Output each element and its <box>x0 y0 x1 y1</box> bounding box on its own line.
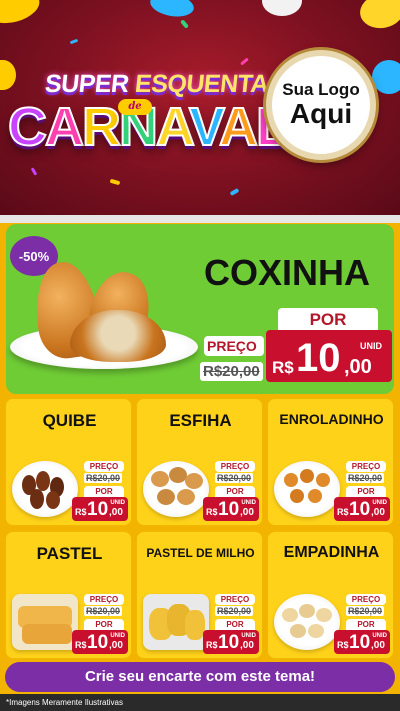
pastel-image <box>12 594 78 650</box>
pastel-milho-piece <box>185 610 205 640</box>
por-label: POR <box>346 486 386 497</box>
old-price: R$20,00 <box>84 606 123 616</box>
title-super-esquenta: SUPER ESQUENTA <box>43 70 270 98</box>
featured-product-name: COXINHA <box>204 252 371 293</box>
esfiha-piece <box>157 489 175 505</box>
quibe-image <box>12 461 78 517</box>
old-price: R$20,00 <box>200 362 263 381</box>
por-label: POR <box>278 308 378 332</box>
empadinha-piece <box>290 624 306 638</box>
product-price: UNID R$ 10 ,00 <box>203 630 259 654</box>
logo-text-line2: Aqui <box>289 98 353 130</box>
empadinha-image <box>274 594 340 650</box>
pastel-piece <box>22 624 72 644</box>
product-name: ESFIHA <box>169 411 232 430</box>
old-price-label: PREÇO <box>215 461 255 472</box>
esfiha-piece <box>151 471 169 487</box>
old-price-label: PREÇO <box>204 336 264 356</box>
featured-price: UNID R$ 10 ,00 <box>266 330 392 382</box>
quibe-piece <box>36 471 50 491</box>
esfiha-piece <box>185 473 203 489</box>
product-price: UNID R$ 10 ,00 <box>334 630 390 654</box>
por-label: POR <box>84 486 124 497</box>
product-price: UNID R$ 10 ,00 <box>334 497 390 521</box>
old-price: R$20,00 <box>215 606 254 616</box>
balloon-icon <box>372 60 400 94</box>
esfiha-image <box>143 461 209 517</box>
old-price: R$20,00 <box>346 606 385 616</box>
old-price-label: PREÇO <box>346 461 386 472</box>
por-label: POR <box>84 619 124 630</box>
balloon-icon <box>262 0 302 16</box>
old-price: R$20,00 <box>84 473 123 483</box>
enroladinho-image <box>274 461 340 517</box>
enroladinho-piece <box>290 489 304 503</box>
product-name: PASTEL DE MILHO <box>146 546 255 560</box>
trumpet-icon <box>0 60 16 90</box>
product-price: UNID R$ 10 ,00 <box>72 497 128 521</box>
confetti <box>109 178 121 186</box>
carnival-banner: SUPER ESQUENTA CARNAVAL de Sua Logo Aqui <box>0 0 400 215</box>
enroladinho-piece <box>308 489 322 503</box>
enroladinho-piece <box>316 473 330 487</box>
create-flyer-button[interactable]: Crie seu encarte com este tema! <box>5 662 395 692</box>
old-price: R$20,00 <box>346 473 385 483</box>
product-name: PASTEL <box>36 544 103 563</box>
esfiha-piece <box>177 489 195 505</box>
pastel-de-milho-image <box>143 594 209 650</box>
confetti <box>180 19 189 29</box>
logo-placeholder[interactable]: Sua Logo Aqui <box>266 50 376 160</box>
empadinha-piece <box>282 608 298 622</box>
quibe-piece <box>46 491 60 509</box>
product-price: UNID R$ 10 ,00 <box>72 630 128 654</box>
quibe-piece <box>30 489 44 509</box>
por-label: POR <box>215 619 255 630</box>
empadinha-piece <box>299 604 315 618</box>
enroladinho-piece <box>284 473 298 487</box>
product-name: ENROLADINHO <box>279 411 384 427</box>
confetti <box>69 38 79 45</box>
old-price-label: PREÇO <box>215 594 255 605</box>
old-price-label: PREÇO <box>84 594 124 605</box>
old-price-label: PREÇO <box>84 461 124 472</box>
empadinha-piece <box>308 624 324 638</box>
product-name: QUIBE <box>42 411 97 430</box>
old-price: R$20,00 <box>215 473 254 483</box>
confetti <box>229 188 240 196</box>
enroladinho-piece <box>300 469 314 483</box>
confetti <box>30 167 38 176</box>
logo-text-line1: Sua Logo <box>282 80 360 100</box>
por-label: POR <box>346 619 386 630</box>
title-de-badge: de <box>118 99 152 115</box>
por-label: POR <box>215 486 255 497</box>
mask-icon <box>148 0 196 20</box>
product-name: EMPADINHA <box>283 544 380 561</box>
product-price: UNID R$ 10 ,00 <box>203 497 259 521</box>
empadinha-piece <box>316 608 332 622</box>
confetti <box>240 57 249 66</box>
mask-icon <box>357 0 400 32</box>
disclaimer: *Imagens Meramente Ilustrativas <box>6 698 123 707</box>
divider <box>0 215 400 223</box>
mask-icon <box>0 0 43 29</box>
old-price-label: PREÇO <box>346 594 386 605</box>
